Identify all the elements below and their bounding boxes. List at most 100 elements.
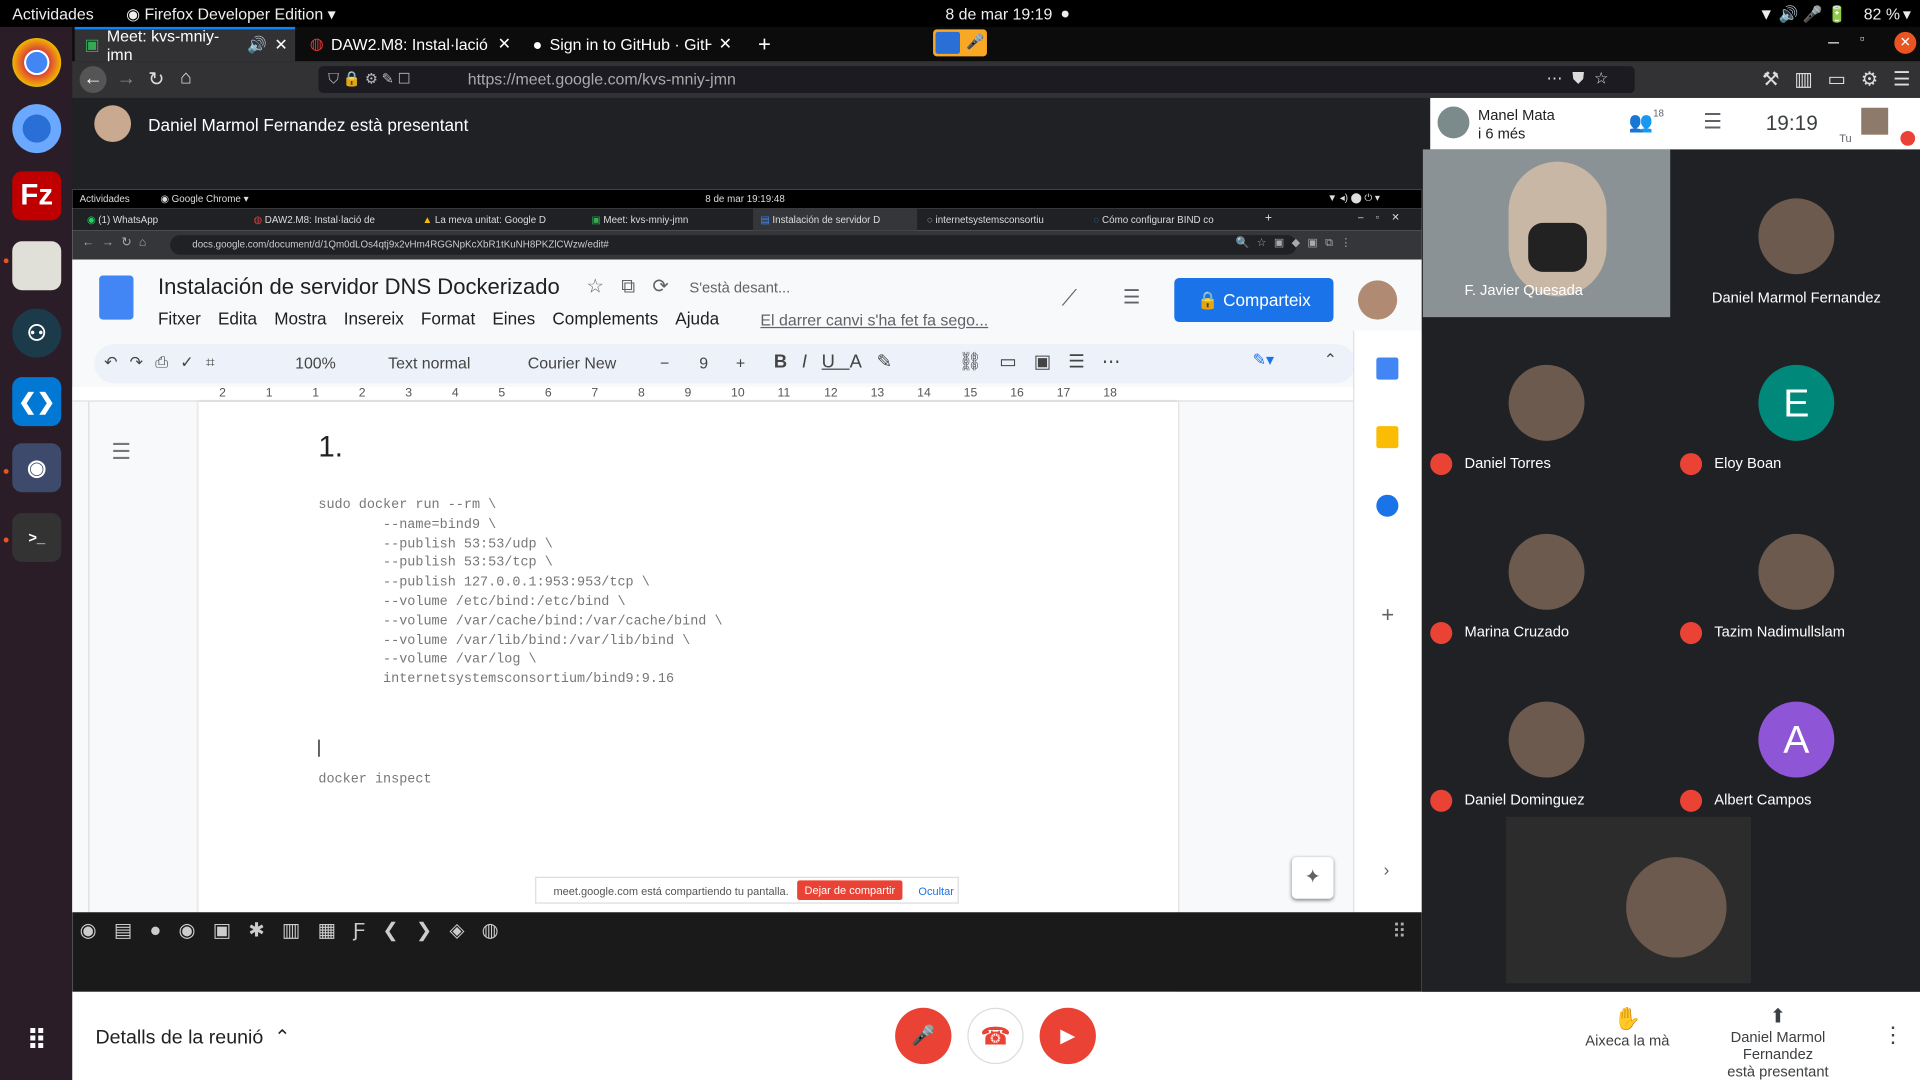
app-menu[interactable]: ◉ Firefox Developer Edition ▾	[126, 5, 335, 25]
close-window-icon[interactable]: ✕	[1894, 31, 1917, 54]
home-icon[interactable]: ⌂	[180, 67, 192, 89]
vscode-icon[interactable]: ❮❯	[12, 377, 62, 427]
keep-icon[interactable]	[1376, 426, 1399, 449]
clock[interactable]: 8 de mar 19:19	[945, 5, 1052, 23]
chrome-icon[interactable]	[12, 37, 62, 87]
hide-button[interactable]: Ocultar	[918, 885, 954, 897]
participant-avatar: E	[1758, 364, 1835, 441]
collapse-menus-icon[interactable]: ⌃	[1324, 350, 1337, 370]
ruler[interactable]: 2 1 1 2 3 4 5 6 7 8 9 10 11 12 13 14 15 16 17 18	[72, 386, 1354, 402]
raise-hand-button[interactable]: ✋ Aixeca la mà	[1569, 1007, 1687, 1050]
style-select[interactable]: Text normal	[388, 354, 470, 372]
tab-github[interactable]: ● Sign in to GitHub · GitHub ✕	[523, 27, 743, 61]
tab-close-icon[interactable]: ✕	[719, 34, 732, 54]
tab-close-icon[interactable]: ✕	[498, 34, 511, 54]
inner-tab[interactable]: ◌ Cómo configurar BIND co	[1086, 208, 1250, 230]
inner-app-grid-icon[interactable]: ⠿	[1392, 920, 1406, 944]
format-icons[interactable]: BIUA✎	[774, 350, 907, 372]
share-button[interactable]: 🔒 Comparteix	[1174, 277, 1334, 323]
system-menu-icon[interactable]: ▾	[1903, 5, 1911, 25]
camera-off-button[interactable]: ▶	[1039, 1007, 1096, 1065]
page-actions-icon[interactable]: ⋯⛊☆	[1547, 69, 1619, 89]
inner-tab[interactable]: ▣ Meet: kvs-mniy-jmn	[584, 208, 751, 230]
new-tab-icon[interactable]: +	[748, 27, 771, 61]
people-icon[interactable]: 👥	[1629, 110, 1653, 134]
firefox-dev-icon[interactable]: ◉	[12, 443, 62, 493]
url-bar[interactable]: ⛉🔒⚙✎☐ https://meet.google.com/kvs-mniy-j…	[318, 66, 1635, 94]
tasks-icon[interactable]	[1376, 494, 1399, 517]
outline-icon[interactable]: ☰	[111, 440, 131, 466]
undo-redo-print-icons[interactable]: ↶↷⎙✓⌗	[104, 353, 227, 373]
font-size-increase-icon[interactable]: +	[736, 354, 745, 372]
inner-tab[interactable]: ◍ DAW2.M8: Instal·lació de	[246, 208, 413, 230]
inner-tab-label: Instalación de servidor D	[772, 213, 881, 225]
presenting-text: Daniel Marmol Fernandez està presentant	[148, 115, 469, 135]
menu-insert[interactable]: Insereix	[344, 309, 404, 329]
inner-taskbar-icons[interactable]: ◉▤●◉▣✱▥▦Ƒ❮❯◈◍	[80, 918, 516, 942]
more-options-icon[interactable]: ⋮	[1882, 1022, 1904, 1048]
reload-icon[interactable]: ↻	[148, 67, 164, 91]
inner-nav-icons[interactable]: ←→↻⌂	[82, 236, 154, 249]
menu-file[interactable]: Fitxer	[158, 309, 201, 329]
activity-icon[interactable]: ⟋	[1062, 285, 1077, 311]
tab-audio-icon[interactable]: 🔊	[247, 36, 267, 56]
menu-addons[interactable]: Complements	[552, 309, 658, 329]
presentation-button[interactable]: ⬆ Daniel Marmol Fernandez està presentant	[1696, 1004, 1860, 1080]
inner-extension-icons[interactable]: 🔍☆▣◆▣⧉⋮	[1236, 236, 1359, 249]
inner-window-controls[interactable]: –▫✕	[1358, 212, 1412, 223]
menu-edit[interactable]: Edita	[218, 309, 257, 329]
inner-new-tab-icon[interactable]: +	[1265, 212, 1272, 225]
last-edit-link[interactable]: El darrer canvi s'ha fet fa sego...	[760, 311, 988, 329]
forward-icon[interactable]: →	[116, 69, 136, 91]
menu-help[interactable]: Ajuda	[675, 309, 719, 329]
gitkraken-icon[interactable]: ⚇	[12, 308, 62, 358]
menu-tools[interactable]: Eines	[492, 309, 535, 329]
font-size-decrease-icon[interactable]: −	[660, 354, 669, 372]
editing-mode-icon[interactable]: ✎▾	[1253, 350, 1274, 370]
menu-view[interactable]: Mostra	[274, 309, 326, 329]
wifi-icon[interactable]: ▼ 🔊 🎤 🔋	[1758, 5, 1846, 25]
filezilla-icon[interactable]: Fz	[12, 171, 62, 221]
doc-title[interactable]: Instalación de servidor DNS Dockerizado	[158, 274, 560, 300]
toolbar-icons[interactable]: ⚒▥▭⚙☰	[1762, 67, 1920, 91]
people-count: 18	[1653, 107, 1664, 119]
menu-format[interactable]: Format	[421, 309, 475, 329]
inner-tab[interactable]: ◌ internetsystemsconsortiu	[920, 208, 1084, 230]
zoom-select[interactable]: 100%	[295, 354, 336, 372]
site-permission-icons[interactable]: ⛉🔒⚙✎☐	[328, 70, 414, 88]
docs-toolbar	[94, 344, 1356, 384]
mic-off-button[interactable]: 🎤	[895, 1007, 952, 1065]
tab-daw2[interactable]: ◍ DAW2.M8: Instal·lació de ✕	[300, 27, 516, 61]
meeting-details-button[interactable]: Detalls de la reunió ⌃	[96, 1025, 291, 1049]
leave-call-button[interactable]: ☎	[967, 1007, 1024, 1065]
account-avatar[interactable]	[1357, 280, 1398, 320]
back-icon[interactable]: ←	[79, 66, 107, 94]
files-icon[interactable]	[12, 241, 62, 291]
add-addon-icon[interactable]: +	[1381, 602, 1394, 628]
firefox-icon[interactable]	[12, 104, 62, 154]
calendar-icon[interactable]	[1376, 357, 1399, 380]
stop-sharing-button[interactable]: Dejar de compartir	[797, 880, 903, 901]
maximize-icon[interactable]: ▫	[1860, 32, 1865, 47]
title-action-icons[interactable]: ☆⧉⟳	[587, 274, 686, 298]
app-grid-icon[interactable]: ⠿	[12, 1016, 61, 1065]
docs-logo-icon[interactable]	[99, 275, 134, 320]
activities-button[interactable]: Actividades	[12, 5, 93, 23]
insert-icons[interactable]: ⛓▭▣☰⋯	[959, 350, 1138, 372]
expand-panel-icon[interactable]: ›	[1384, 860, 1390, 880]
inner-tab[interactable]: ◉ (1) WhatsApp	[80, 208, 244, 230]
minimize-icon[interactable]: –	[1828, 32, 1839, 54]
font-select[interactable]: Courier New	[528, 354, 616, 372]
inner-url-bar[interactable]: docs.google.com/document/d/1Qm0dLOs4qtj9…	[170, 235, 1297, 255]
comments-icon[interactable]: ☰	[1123, 285, 1141, 309]
inner-tab[interactable]: ▲ La meva unitat: Google D	[415, 208, 582, 230]
sharing-indicator[interactable]: 🎤	[933, 29, 987, 57]
terminal-icon[interactable]: >_	[12, 513, 62, 563]
font-size-input[interactable]: 9	[699, 354, 708, 372]
tab-meet[interactable]: ▣ Meet: kvs-mniy-jmn 🔊 ✕	[74, 26, 296, 64]
chat-icon[interactable]: ☰	[1703, 110, 1722, 134]
inner-tab-active[interactable]: ▤ Instalación de servidor D	[753, 208, 918, 231]
tab-close-icon[interactable]: ✕	[274, 36, 287, 56]
explore-icon[interactable]: ✦	[1291, 857, 1334, 899]
url-text[interactable]: https://meet.google.com/kvs-mniy-jmn	[468, 70, 736, 88]
